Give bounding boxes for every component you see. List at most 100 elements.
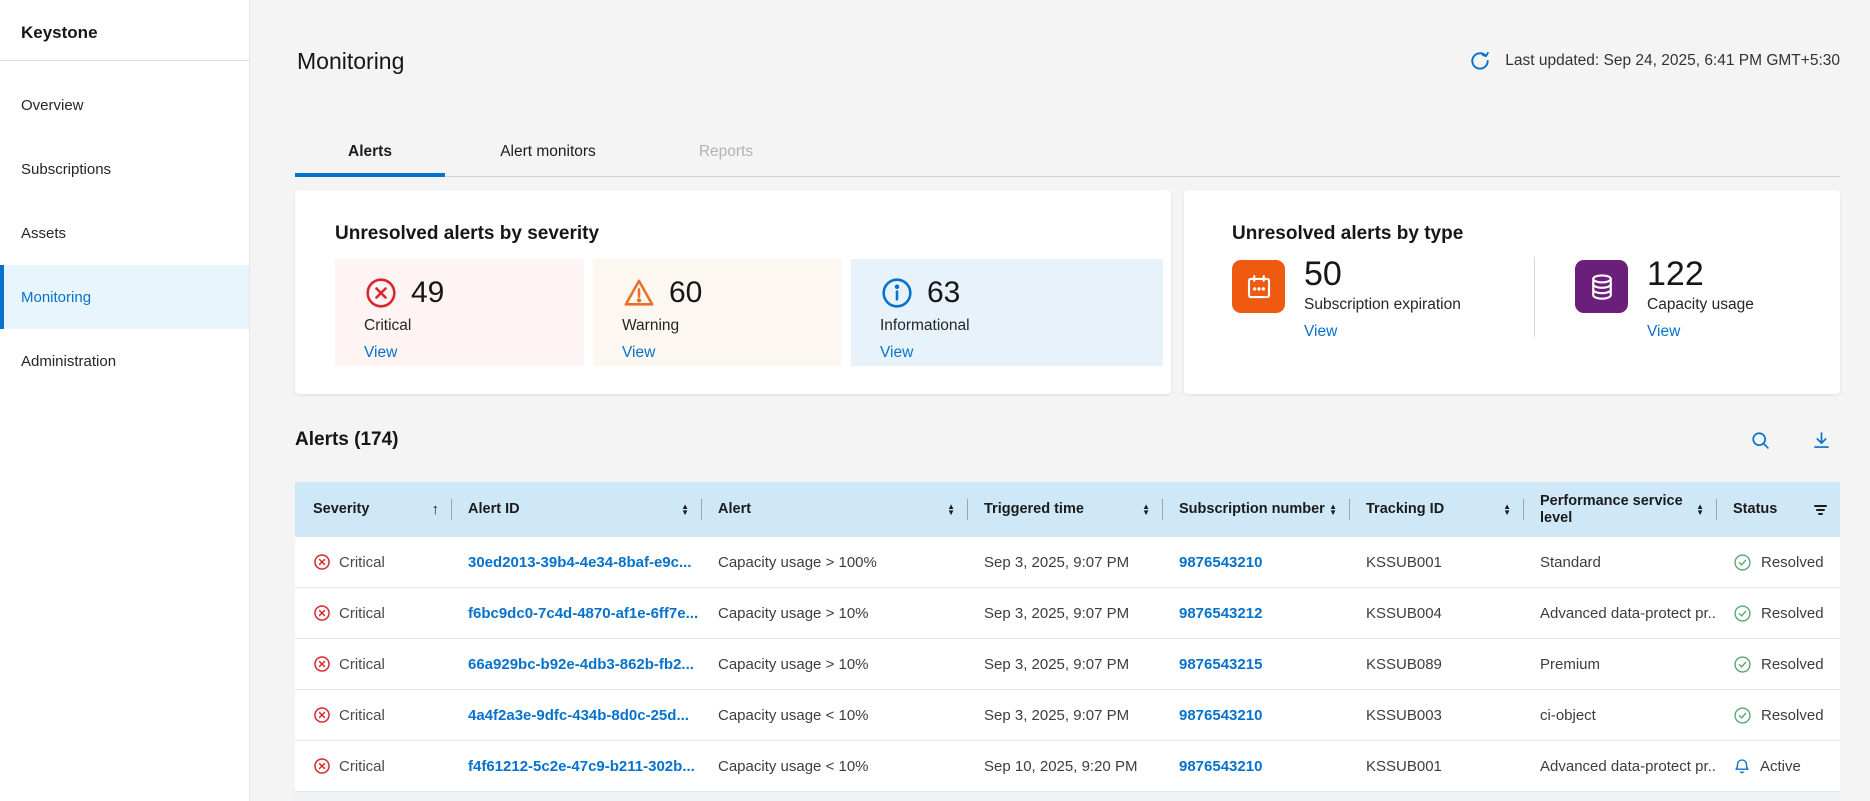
page-header: Monitoring Last updated: Sep 24, 2025, 6… — [295, 46, 1840, 76]
tab-alert-monitors[interactable]: Alert monitors — [473, 135, 623, 176]
capacity-usage-item: 122 Capacity usage View — [1575, 257, 1754, 341]
severity-card-title: Unresolved alerts by severity — [335, 223, 1163, 245]
sidebar-item-overview[interactable]: Overview — [0, 73, 249, 137]
table-row: Critical 66a929bc-b92e-4db3-862b-fb2... … — [295, 639, 1840, 690]
download-icon[interactable] — [1811, 430, 1832, 451]
sort-icon: ▲▼ — [947, 504, 955, 516]
info-circle-icon — [880, 276, 914, 310]
critical-circle-x-icon — [364, 276, 398, 310]
capacity-usage-count: 122 — [1647, 257, 1754, 291]
column-header-severity[interactable]: Severity ↑ — [295, 482, 452, 537]
sidebar-divider — [0, 60, 249, 61]
active-bell-icon — [1733, 757, 1751, 775]
tab-bar: Alerts Alert monitors Reports — [295, 135, 1840, 177]
alert-id-link[interactable]: f4f61212-5c2e-47c9-b211-302b... — [468, 758, 695, 775]
alert-value: Capacity usage > 10% — [702, 588, 968, 638]
tab-alerts[interactable]: Alerts — [295, 135, 445, 176]
subscription-number-link[interactable]: 9876543210 — [1179, 707, 1262, 724]
sort-icon: ▲▼ — [681, 504, 689, 516]
subscription-number-link[interactable]: 9876543212 — [1179, 605, 1262, 622]
severity-value: Critical — [339, 707, 385, 724]
sort-icon: ▲▼ — [1142, 504, 1150, 516]
alert-id-link[interactable]: 30ed2013-39b4-4e34-8baf-e9c... — [468, 554, 691, 571]
triggered-time-value: Sep 3, 2025, 9:07 PM — [968, 588, 1163, 638]
tab-reports[interactable]: Reports — [651, 135, 801, 176]
performance-level-value: Advanced data-protect pr... — [1524, 588, 1717, 638]
column-header-tracking-id[interactable]: Tracking ID ▲▼ — [1350, 482, 1524, 537]
alert-id-link[interactable]: f6bc9dc0-7c4d-4870-af1e-6ff7e... — [468, 605, 698, 622]
view-warning-link[interactable]: View — [622, 344, 655, 362]
severity-tiles: 49 Critical View — [335, 259, 1163, 366]
critical-tile: 49 Critical View — [335, 259, 584, 366]
refresh-icon[interactable] — [1469, 50, 1491, 72]
tracking-id-value: KSSUB004 — [1350, 588, 1524, 638]
critical-severity-icon — [313, 553, 331, 571]
view-informational-link[interactable]: View — [880, 344, 913, 362]
alert-id-link[interactable]: 66a929bc-b92e-4db3-862b-fb2... — [468, 656, 694, 673]
column-header-triggered-time[interactable]: Triggered time ▲▼ — [968, 482, 1163, 537]
view-critical-link[interactable]: View — [364, 344, 397, 362]
tracking-id-value: KSSUB001 — [1350, 537, 1524, 587]
critical-label: Critical — [364, 317, 584, 335]
performance-level-value: Premium — [1524, 639, 1717, 689]
critical-severity-icon — [313, 757, 331, 775]
alert-value: Capacity usage < 10% — [702, 741, 968, 791]
subscription-expiration-count: 50 — [1304, 257, 1461, 291]
column-header-alert[interactable]: Alert ▲▼ — [702, 482, 968, 537]
subscription-number-link[interactable]: 9876543210 — [1179, 758, 1262, 775]
sidebar-item-subscriptions[interactable]: Subscriptions — [0, 137, 249, 201]
status-value: Resolved — [1761, 605, 1824, 622]
column-header-performance-service-level[interactable]: Performance service level ▲▼ — [1524, 482, 1717, 537]
subscription-number-link[interactable]: 9876543210 — [1179, 554, 1262, 571]
sort-icon: ▲▼ — [1503, 504, 1511, 516]
status-value: Resolved — [1761, 554, 1824, 571]
sort-ascending-icon: ↑ — [432, 501, 440, 518]
summary-cards-row: Unresolved alerts by severity 49 — [295, 190, 1840, 394]
column-header-subscription-number[interactable]: Subscription number ▲▼ — [1163, 482, 1350, 537]
filter-icon[interactable] — [1814, 505, 1827, 515]
status-value: Resolved — [1761, 707, 1824, 724]
table-actions — [1750, 430, 1840, 451]
capacity-usage-label: Capacity usage — [1647, 296, 1754, 314]
app-root: Keystone Overview Subscriptions Assets M… — [0, 0, 1870, 801]
subscription-expiration-label: Subscription expiration — [1304, 296, 1461, 314]
critical-count: 49 — [411, 276, 444, 310]
last-updated-text: Last updated: Sep 24, 2025, 6:41 PM GMT+… — [1505, 52, 1840, 70]
triggered-time-value: Sep 10, 2025, 9:20 PM — [968, 741, 1163, 791]
triggered-time-value: Sep 3, 2025, 9:07 PM — [968, 537, 1163, 587]
severity-value: Critical — [339, 605, 385, 622]
alert-id-link[interactable]: 4a4f2a3e-9dfc-434b-8d0c-25d... — [468, 707, 689, 724]
main-content: Monitoring Last updated: Sep 24, 2025, 6… — [250, 0, 1870, 801]
alert-value: Capacity usage > 10% — [702, 639, 968, 689]
table-row: Critical 30ed2013-39b4-4e34-8baf-e9c... … — [295, 537, 1840, 588]
search-icon[interactable] — [1750, 430, 1771, 451]
sort-icon: ▲▼ — [1696, 504, 1704, 516]
view-subscription-expiration-link[interactable]: View — [1304, 323, 1337, 341]
warning-count: 60 — [669, 276, 702, 310]
warning-triangle-icon — [622, 276, 656, 310]
status-value: Active — [1760, 758, 1801, 775]
informational-count: 63 — [927, 276, 960, 310]
subscription-expiration-item: 50 Subscription expiration View — [1232, 257, 1496, 341]
sort-icon: ▲▼ — [1329, 504, 1337, 516]
sidebar-item-assets[interactable]: Assets — [0, 201, 249, 265]
severity-value: Critical — [339, 758, 385, 775]
sidebar: Keystone Overview Subscriptions Assets M… — [0, 0, 250, 801]
critical-severity-icon — [313, 655, 331, 673]
column-header-status[interactable]: Status — [1717, 482, 1840, 537]
sidebar-item-monitoring[interactable]: Monitoring — [0, 265, 249, 329]
brand-logo: Keystone — [0, 0, 249, 60]
column-header-alert-id[interactable]: Alert ID ▲▼ — [452, 482, 702, 537]
triggered-time-value: Sep 3, 2025, 9:07 PM — [968, 690, 1163, 740]
alert-value: Capacity usage > 100% — [702, 537, 968, 587]
sidebar-nav: Overview Subscriptions Assets Monitoring… — [0, 73, 249, 393]
sidebar-item-administration[interactable]: Administration — [0, 329, 249, 393]
subscription-number-link[interactable]: 9876543215 — [1179, 656, 1262, 673]
calendar-icon — [1232, 260, 1285, 313]
view-capacity-usage-link[interactable]: View — [1647, 323, 1680, 341]
table-row: Critical f4f61212-5c2e-47c9-b211-302b...… — [295, 741, 1840, 792]
warning-tile: 60 Warning View — [593, 259, 842, 366]
resolved-check-icon — [1733, 553, 1752, 572]
table-row: Critical f6bc9dc0-7c4d-4870-af1e-6ff7e..… — [295, 588, 1840, 639]
database-icon — [1575, 260, 1628, 313]
